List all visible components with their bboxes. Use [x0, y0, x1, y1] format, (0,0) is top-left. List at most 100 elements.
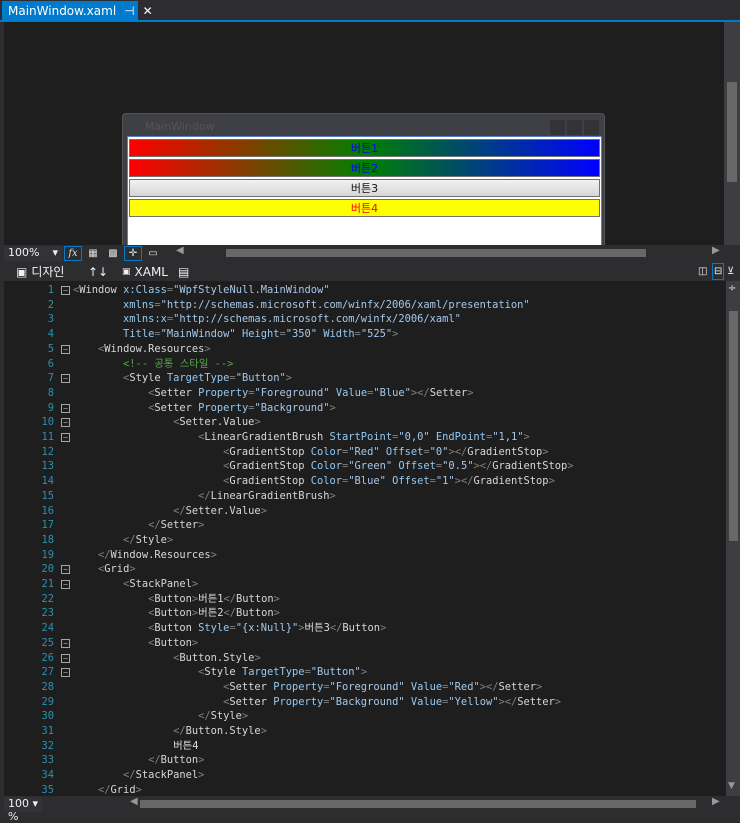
code-token: Setter	[154, 401, 192, 414]
code-line[interactable]: 4 Title="MainWindow" Height="350" Width=…	[4, 327, 724, 342]
fold-toggle-icon[interactable]: −	[61, 344, 70, 354]
fx-button[interactable]: fx	[64, 245, 82, 261]
code-token: >	[548, 475, 555, 488]
fold-toggle-icon[interactable]: −	[61, 580, 70, 589]
code-line[interactable]: 28 <Setter Property="Foreground" Value="…	[4, 680, 724, 695]
fold-toggle-icon[interactable]: −	[61, 418, 70, 428]
swap-panes-button[interactable]: ↑↓	[88, 263, 108, 280]
code-line[interactable]: 3 xmlns:x="http://schemas.microsoft.com/…	[4, 312, 724, 327]
code-line[interactable]: 6 <!-- 공통 스타일 -->	[4, 357, 724, 372]
code-token: </	[417, 386, 430, 399]
code-line[interactable]: 19 </Window.Resources>	[4, 548, 724, 563]
code-line[interactable]: 31 </Button.Style>	[4, 724, 724, 739]
preview-button-2[interactable]: 버튼2	[129, 159, 600, 177]
code-line[interactable]: 23 <Button>버튼2</Button>	[4, 606, 724, 621]
fold-toggle-icon[interactable]: −	[61, 638, 70, 648]
scroll-down-icon[interactable]: ▼	[728, 781, 735, 791]
code-line[interactable]: 29 <Setter Property="Background" Value="…	[4, 695, 724, 710]
fold-toggle-icon[interactable]: −	[61, 286, 70, 295]
editor-zoom-dropdown[interactable]: 100 % ▾	[4, 796, 42, 823]
scroll-right-icon[interactable]: ▶	[712, 245, 720, 256]
fold-toggle-icon[interactable]: −	[61, 668, 70, 678]
code-line[interactable]: 17 </Setter>	[4, 518, 724, 533]
tab-design[interactable]: ▣ 디자인	[16, 263, 64, 280]
code-line[interactable]: 14 <GradientStop Color="Blue" Offset="1"…	[4, 474, 724, 489]
snap-lines-icon[interactable]: ✛	[124, 245, 142, 261]
code-line[interactable]: 12 <GradientStop Color="Red" Offset="0">…	[4, 445, 724, 460]
chevron-down-icon: ▾	[52, 245, 58, 259]
fold-toggle-icon[interactable]: −	[61, 433, 70, 442]
vertical-split-icon[interactable]: ◫	[698, 263, 707, 280]
code-line[interactable]: 25− <Button>	[4, 636, 724, 651]
grid-icon[interactable]: ▦	[84, 246, 102, 261]
designer-vertical-scrollbar[interactable]	[724, 22, 740, 245]
close-icon[interactable]: ✕	[143, 4, 153, 18]
code-line[interactable]: 10− <Setter.Value>	[4, 415, 724, 430]
code-token: >	[198, 754, 205, 767]
fold-toggle-icon[interactable]: −	[61, 374, 70, 384]
code-line[interactable]: 15 </LinearGradientBrush>	[4, 489, 724, 504]
code-token: "{x:Null}"	[235, 622, 299, 635]
code-line[interactable]: 8 <Setter Property="Foreground" Value="B…	[4, 386, 724, 401]
preview-button-1[interactable]: 버튼1	[129, 139, 600, 157]
code-line[interactable]: 24 <Button Style="{x:Null}">버튼3</Button>	[4, 621, 724, 636]
scroll-left-icon[interactable]: ◀	[176, 245, 184, 256]
split-handle-icon[interactable]: ÷	[728, 283, 736, 294]
annotation-icon[interactable]: ▭	[144, 246, 162, 261]
code-line[interactable]: 21− <StackPanel>	[4, 577, 724, 592]
stack-panel[interactable]: 버튼1 버튼2 버튼3 버튼4	[127, 136, 602, 245]
fold-toggle-icon[interactable]: −	[61, 653, 70, 663]
fold-toggle-icon[interactable]: −	[61, 403, 70, 413]
line-number: 6	[47, 357, 54, 370]
code-line[interactable]: 2 xmlns="http://schemas.microsoft.com/wi…	[4, 298, 724, 313]
line-number: 14	[41, 475, 54, 488]
preview-window[interactable]: MainWindow 버튼1 버튼2 버튼3 버튼4	[122, 113, 605, 245]
designer-horizontal-scrollbar[interactable]: ◀ ▶	[176, 245, 722, 258]
fold-toggle-icon[interactable]: −	[61, 565, 70, 575]
editor-horizontal-scrollbar[interactable]: ◀ ▶	[130, 796, 722, 809]
code-line[interactable]: 11− <LinearGradientBrush StartPoint="0,0…	[4, 430, 724, 445]
design-surface[interactable]: MainWindow 버튼1 버튼2 버튼3 버튼4	[4, 22, 724, 245]
tab-xaml[interactable]: ▣ XAML	[122, 263, 168, 280]
tab-mainwindow-xaml[interactable]: MainWindow.xaml ⊣ ✕	[2, 1, 153, 20]
code-line[interactable]: 7− <Style TargetType="Button">	[4, 371, 724, 386]
code-line[interactable]: 33 </Button>	[4, 753, 724, 768]
code-token: x:Class	[123, 284, 167, 296]
scroll-thumb[interactable]	[729, 311, 738, 541]
scroll-right-icon[interactable]: ▶	[712, 796, 720, 807]
xaml-editor[interactable]: 1− <Window x:Class="WpfStyleNull.MainWind…	[4, 281, 726, 796]
code-token: "Background"	[329, 695, 405, 708]
code-line[interactable]: 30 </Style>	[4, 709, 724, 724]
code-token: >	[241, 710, 249, 723]
pin-icon[interactable]: ⊣	[124, 4, 134, 18]
code-line[interactable]: 32 버튼4	[4, 739, 724, 754]
preview-button-3[interactable]: 버튼3	[129, 179, 600, 197]
scroll-thumb[interactable]	[140, 800, 696, 808]
code-line[interactable]: 5− <Window.Resources>	[4, 342, 724, 357]
code-line[interactable]: 27− <Style TargetType="Button">	[4, 665, 724, 680]
editor-vertical-scrollbar[interactable]: ÷ ▼	[726, 281, 740, 796]
code-line[interactable]: 35 </Grid>	[4, 783, 724, 796]
code-line[interactable]: 16 </Setter.Value>	[4, 504, 724, 519]
code-line[interactable]: 13 <GradientStop Color="Green" Offset="0…	[4, 459, 724, 474]
code-line[interactable]: 1− <Window x:Class="WpfStyleNull.MainWind…	[4, 283, 724, 298]
scroll-thumb[interactable]	[226, 249, 646, 257]
code-line[interactable]: 9− <Setter Property="Background">	[4, 401, 724, 416]
code-line[interactable]: 20− <Grid>	[4, 562, 724, 577]
snap-grid-icon[interactable]: ▩	[104, 246, 122, 261]
code-token: "Foreground"	[329, 680, 405, 693]
code-line[interactable]: 34 </StackPanel>	[4, 768, 724, 783]
collapse-pane-icon[interactable]: ⊻	[727, 263, 734, 280]
code-token: </	[454, 445, 468, 458]
zoom-dropdown[interactable]: 100% ▾	[4, 245, 62, 261]
horizontal-split-icon[interactable]: ⊟	[712, 263, 725, 280]
code-line[interactable]: 22 <Button>버튼1</Button>	[4, 592, 724, 607]
scroll-left-icon[interactable]: ◀	[130, 796, 138, 807]
scroll-thumb[interactable]	[727, 82, 737, 182]
popout-xaml-icon[interactable]: ▤	[178, 263, 189, 280]
code-line[interactable]: 18 </Style>	[4, 533, 724, 548]
code-token: "Red"	[348, 445, 380, 458]
code-token: Style	[204, 666, 236, 679]
preview-button-4[interactable]: 버튼4	[129, 199, 600, 217]
code-line[interactable]: 26− <Button.Style>	[4, 651, 724, 666]
